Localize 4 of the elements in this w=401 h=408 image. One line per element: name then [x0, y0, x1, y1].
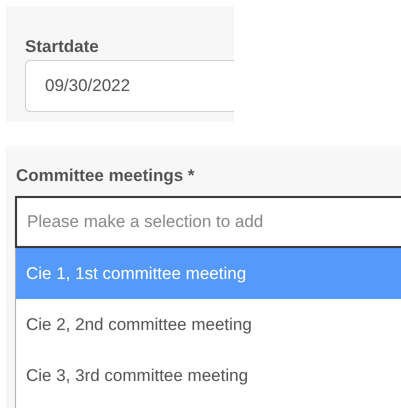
select-field[interactable]: Please make a selection to add [15, 196, 401, 248]
field-label: Committee meetings * [16, 165, 196, 187]
date-field[interactable]: 09/30/2022 [25, 60, 234, 112]
field-label: Startdate [25, 36, 100, 58]
